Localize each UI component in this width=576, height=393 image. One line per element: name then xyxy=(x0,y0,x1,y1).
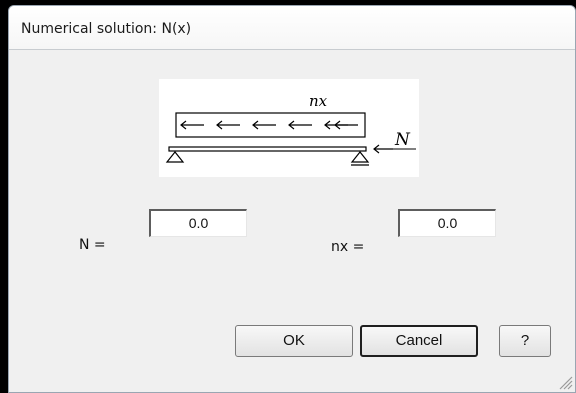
right-support xyxy=(350,151,370,163)
ok-button[interactable]: OK xyxy=(235,325,353,357)
nx-value-field[interactable]: 0.0 xyxy=(398,209,496,237)
beam xyxy=(168,146,367,152)
load-label: nx xyxy=(309,92,328,110)
left-support xyxy=(165,151,185,163)
n-label: N = xyxy=(79,237,106,253)
force-arrow xyxy=(373,144,393,154)
cancel-button[interactable]: Cancel xyxy=(360,325,478,357)
force-label: N xyxy=(394,130,411,150)
beam-diagram-svg: nx N xyxy=(165,92,416,166)
dialog-window: Numerical solution: N(x) nx N N = 0.0 nx… xyxy=(8,5,576,393)
help-button[interactable]: ? xyxy=(499,325,551,357)
beam-diagram: nx N xyxy=(159,79,419,177)
n-value-field[interactable]: 0.0 xyxy=(149,209,247,237)
title-bar[interactable]: Numerical solution: N(x) xyxy=(9,6,575,50)
nx-label: nx = xyxy=(331,239,365,255)
dialog-title: Numerical solution: N(x) xyxy=(21,21,192,37)
load-arrows xyxy=(180,120,358,130)
resize-grip-icon[interactable] xyxy=(557,374,573,390)
